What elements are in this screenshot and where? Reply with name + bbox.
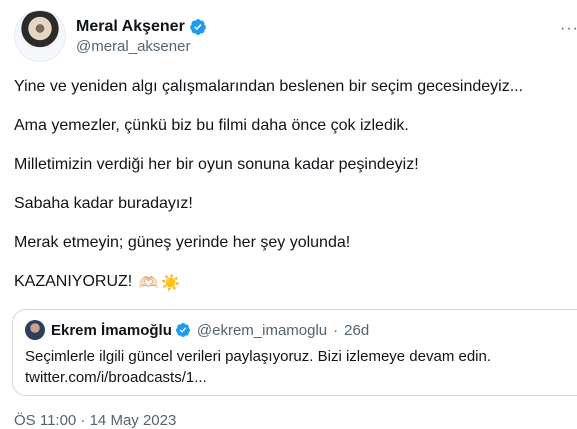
tweet-body: Yine ve yeniden algı çalışmalarından bes… — [14, 76, 574, 312]
more-options-icon[interactable]: ··· — [560, 20, 577, 38]
tweet-timestamp[interactable]: ÖS 11:00 · 14 May 2023 — [14, 412, 176, 429]
quoted-text: Seçimlerle ilgili güncel verileri paylaş… — [25, 346, 577, 388]
tweet-header: Meral Akşener @meral_aksener — [14, 10, 207, 62]
heart-hands-emoji: 🫶🏻 — [138, 275, 159, 292]
tweet-line-last: KAZANIYORUZ! 🫶🏻 ☀️ — [14, 271, 574, 294]
tweet-line: KAZANIYORUZ! — [14, 273, 133, 290]
quoted-link[interactable]: twitter.com/i/broadcasts/1... — [25, 367, 577, 388]
quoted-age: 26d — [344, 321, 370, 339]
quoted-name: Ekrem İmamoğlu — [51, 321, 172, 339]
author-names: Meral Akşener @meral_aksener — [76, 18, 207, 55]
author-name[interactable]: Meral Akşener — [76, 18, 185, 36]
sun-emoji: ☀️ — [160, 275, 181, 292]
verified-badge-icon — [189, 18, 206, 35]
quoted-tweet[interactable]: Ekrem İmamoğlu @ekrem_imamoglu · 26d Seç… — [12, 309, 577, 396]
quoted-avatar — [25, 320, 45, 340]
quoted-handle: @ekrem_imamoglu — [196, 321, 328, 339]
author-avatar[interactable] — [14, 10, 66, 62]
tweet-line: Yine ve yeniden algı çalışmalarından bes… — [14, 78, 524, 95]
author-handle[interactable]: @meral_aksener — [76, 38, 207, 55]
quoted-header: Ekrem İmamoğlu @ekrem_imamoglu · 26d — [25, 320, 577, 340]
quoted-text-line: Seçimlerle ilgili güncel verileri paylaş… — [25, 348, 492, 365]
author-name-row: Meral Akşener — [76, 18, 207, 36]
tweet-line: Ama yemezler, çünkü biz bu filmi daha ön… — [14, 117, 409, 134]
tweet-line: Sabaha kadar buradayız! — [14, 195, 193, 212]
tweet-line: Merak etmeyin; güneş yerinde her şey yol… — [14, 234, 351, 251]
quoted-separator: · — [333, 321, 339, 339]
tweet-line: Milletimizin verdiği her bir oyun sonuna… — [14, 156, 419, 173]
verified-badge-icon — [175, 323, 190, 337]
